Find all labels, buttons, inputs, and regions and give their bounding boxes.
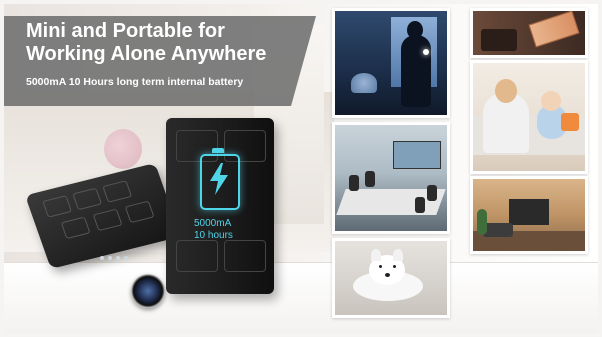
headline-line-1: Mini and Portable for [26, 20, 225, 42]
device-pattern [92, 208, 123, 232]
device-pattern [124, 200, 155, 224]
camera-lens-icon [131, 274, 165, 308]
device-pattern [60, 216, 91, 240]
cash-wallet-photo [470, 8, 588, 58]
device-pattern [42, 195, 73, 218]
device-pattern [72, 187, 103, 211]
battery-hours: 10 hours [194, 230, 233, 241]
device-pattern [224, 240, 266, 272]
device-pattern [102, 180, 133, 203]
battery-subline: 5000mA 10 Hours long term internal batte… [26, 76, 244, 88]
living-room-photo [470, 176, 588, 254]
headline: Mini and Portable for Working Alone Anyw… [26, 20, 316, 66]
battery-capacity: 5000mA [194, 218, 232, 229]
device-pattern [176, 240, 218, 272]
battery-cap [212, 148, 224, 153]
mother-baby-photo [470, 60, 588, 174]
background-flowers [104, 129, 142, 169]
dog-photo [332, 238, 450, 318]
office-meeting-photo [332, 122, 450, 234]
indicator-leds [100, 256, 136, 264]
lightning-bolt-icon [210, 163, 228, 195]
night-intruder-photo [332, 8, 450, 118]
headline-line-2: Working Alone Anywhere [26, 43, 267, 65]
table-surface [4, 262, 598, 333]
product-banner-image: Mini and Portable for Working Alone Anyw… [4, 4, 598, 333]
battery-label: 5000mA 10 hours [194, 218, 254, 242]
